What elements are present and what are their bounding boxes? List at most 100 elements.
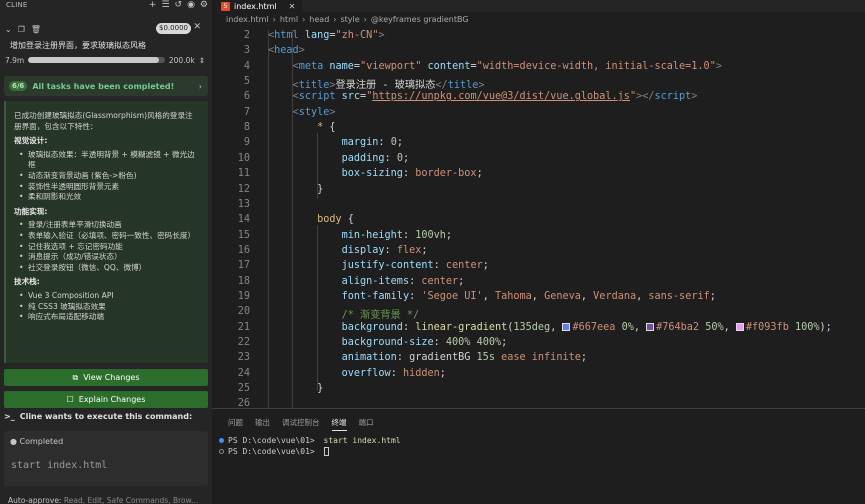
code-line: <head> bbox=[268, 45, 305, 57]
code-line: } bbox=[268, 183, 324, 195]
line-number: 16 bbox=[237, 244, 250, 256]
breadcrumb-separator: › bbox=[363, 15, 367, 24]
new-task-icon[interactable]: + bbox=[149, 0, 157, 11]
breadcrumb: index.html › html › head › style › @keyframes gr… bbox=[226, 15, 469, 24]
mcp-servers-icon[interactable]: ☰ bbox=[161, 0, 169, 11]
line-number: 6 bbox=[243, 91, 250, 103]
line-number: 15 bbox=[237, 229, 250, 241]
task-progress-row[interactable]: 6/6 All tasks have been completed! › bbox=[4, 76, 208, 96]
code-line: background-size: 400% 400%; bbox=[341, 337, 508, 348]
account-icon[interactable]: ◉ bbox=[187, 0, 195, 11]
list-item: Vue 3 Composition API bbox=[14, 291, 200, 302]
close-task-icon[interactable]: ✕ bbox=[193, 22, 201, 32]
command-title-text: Cline wants to execute this command: bbox=[19, 412, 193, 421]
command-success-icon bbox=[219, 438, 224, 443]
line-number: 19 bbox=[237, 290, 250, 302]
line-number: 10 bbox=[237, 152, 250, 164]
terminal-prompt-icon: >_ bbox=[4, 412, 15, 421]
code-line: <title>登录注册 - 玻璃拟态</title> bbox=[292, 80, 485, 92]
list-item: 装饰性半透明圆形背景元素 bbox=[14, 182, 200, 193]
panel-tabs: 问题 输出 调试控制台 终端 端口 bbox=[228, 417, 374, 431]
code-line: /* 渐变背景 */ bbox=[341, 310, 420, 322]
copy-icon[interactable]: ❐ bbox=[18, 25, 25, 34]
view-changes-label: View Changes bbox=[83, 373, 140, 382]
sidebar-title: CLINE bbox=[6, 1, 28, 9]
tab-index-html[interactable]: 5 index.html ✕ bbox=[212, 0, 302, 12]
code-line: animation: gradientBG 15s ease infinite; bbox=[341, 352, 587, 364]
terminal-cursor bbox=[323, 447, 329, 456]
cline-sidebar: CLINE + ☰ ↺ ◉ ⚙ ⌄ ❐ 🗑 $0.0000 ✕ 增加登录注册界面… bbox=[0, 0, 212, 504]
result-section-title: 技术栈: bbox=[14, 277, 40, 287]
completed-text: All tasks have been completed! bbox=[32, 81, 175, 91]
breadcrumb-item[interactable]: style bbox=[340, 15, 359, 24]
collapse-icon[interactable]: ⌄ bbox=[5, 25, 12, 34]
line-number: 24 bbox=[237, 367, 250, 379]
code-line: box-sizing: border-box; bbox=[341, 168, 483, 180]
history-icon[interactable]: ↺ bbox=[175, 0, 183, 11]
context-bar-fill bbox=[28, 57, 160, 63]
code-line: <meta name="viewport" content="width=dev… bbox=[292, 60, 722, 72]
code-line: <style> bbox=[292, 106, 336, 118]
completion-result: 已成功创建玻璃拟态(Glassmorphism)风格的登录注册界面，包含以下特性… bbox=[4, 101, 208, 363]
breadcrumb-separator: › bbox=[272, 15, 276, 24]
terminal-panel: 问题 输出 调试控制台 终端 端口 PS D:\code\vue\01> start i… bbox=[212, 408, 865, 504]
code-line: padding: 0; bbox=[341, 152, 410, 164]
editor-tabs: 5 index.html ✕ bbox=[212, 0, 865, 12]
line-number: 13 bbox=[237, 198, 250, 210]
close-tab-icon[interactable]: ✕ bbox=[289, 2, 296, 11]
auto-approve-label: Auto-approve: bbox=[8, 496, 62, 504]
list-item: 响应式布局适配移动端 bbox=[14, 312, 200, 323]
panel-tab[interactable]: 终端 bbox=[331, 417, 347, 431]
context-window: 7.9m 200.0k ⇕ bbox=[5, 53, 205, 67]
list-item: 玻璃拟态效果：半透明背景 + 模糊滤镜 + 微光边框 bbox=[14, 150, 200, 171]
command-status-text: Completed bbox=[19, 437, 64, 446]
tokens-max: 200.0k bbox=[168, 55, 195, 65]
terminal-line: PS D:\code\vue\01> start index.html bbox=[219, 436, 401, 445]
code-line: <script src="https://unpkg.com/vue@3/dis… bbox=[292, 91, 698, 103]
delete-icon[interactable]: 🗑 bbox=[31, 25, 41, 34]
panel-tab[interactable]: 调试控制台 bbox=[282, 417, 320, 431]
line-number: 18 bbox=[237, 275, 250, 287]
explain-changes-button[interactable]: ☐ Explain Changes bbox=[4, 391, 208, 408]
code-line: body { bbox=[317, 214, 354, 226]
code-editor[interactable]: 2 <html lang="zh-CN"> 3 <head> 4 <meta name=… bbox=[212, 30, 865, 408]
code-line: margin: 0; bbox=[341, 137, 403, 149]
breadcrumb-item[interactable]: index.html bbox=[226, 15, 269, 24]
code-line: <html lang="zh-CN"> bbox=[268, 30, 385, 41]
line-number: 25 bbox=[237, 383, 250, 395]
task-title: 增加登录注册界面，要求玻璃拟态风格 bbox=[10, 41, 146, 50]
diff-icon: ⧉ bbox=[72, 372, 79, 382]
list-item: 动态渐变背景动画 (紫色->粉色) bbox=[14, 171, 200, 182]
panel-tab[interactable]: 问题 bbox=[228, 417, 243, 431]
terminal-line: PS D:\code\vue\01> bbox=[219, 447, 329, 456]
line-number: 2 bbox=[243, 30, 250, 41]
result-intro: 已成功创建玻璃拟态(Glassmorphism)风格的登录注册界面，包含以下特性… bbox=[14, 111, 193, 131]
panel-tab[interactable]: 输出 bbox=[255, 417, 270, 431]
tokens-used: 7.9m bbox=[5, 55, 25, 65]
line-number: 11 bbox=[237, 168, 250, 180]
code-line: overflow: hidden; bbox=[341, 367, 446, 379]
list-item: 表单输入验证（必填项、密码一致性、密码长度） bbox=[14, 231, 200, 242]
command-title: >_ Cline wants to execute this command: bbox=[4, 412, 192, 421]
list-item: 纯 CSS3 玻璃拟态效果 bbox=[14, 302, 200, 313]
terminal-command: start index.html bbox=[323, 436, 401, 445]
compact-icon[interactable]: ⇕ bbox=[199, 56, 205, 65]
result-section-title: 视觉设计: bbox=[14, 136, 48, 146]
view-changes-button[interactable]: ⧉ View Changes bbox=[4, 369, 208, 386]
auto-approve[interactable]: Auto-approve: Read, Edit, Safe Commands,… bbox=[8, 496, 198, 504]
result-section-title: 功能实现: bbox=[14, 206, 48, 216]
line-number: 23 bbox=[237, 352, 250, 364]
breadcrumb-item[interactable]: html bbox=[280, 15, 298, 24]
result-list: 登录/注册表单平滑切换动画表单输入验证（必填项、密码一致性、密码长度）记住我选项… bbox=[14, 220, 200, 273]
command-box: ● Completed start index.html bbox=[4, 431, 208, 486]
code-line: min-height: 100vh; bbox=[341, 229, 453, 241]
settings-icon[interactable]: ⚙ bbox=[200, 0, 208, 11]
line-number: 17 bbox=[237, 260, 250, 272]
line-number: 22 bbox=[237, 337, 250, 348]
terminal-prompt: PS D:\code\vue\01> bbox=[228, 436, 320, 445]
panel-tab[interactable]: 端口 bbox=[359, 417, 374, 431]
breadcrumb-item[interactable]: head bbox=[309, 15, 329, 24]
code-line: display: flex; bbox=[341, 244, 428, 256]
line-number: 12 bbox=[237, 183, 250, 195]
breadcrumb-item[interactable]: @keyframes gradientBG bbox=[371, 15, 469, 24]
